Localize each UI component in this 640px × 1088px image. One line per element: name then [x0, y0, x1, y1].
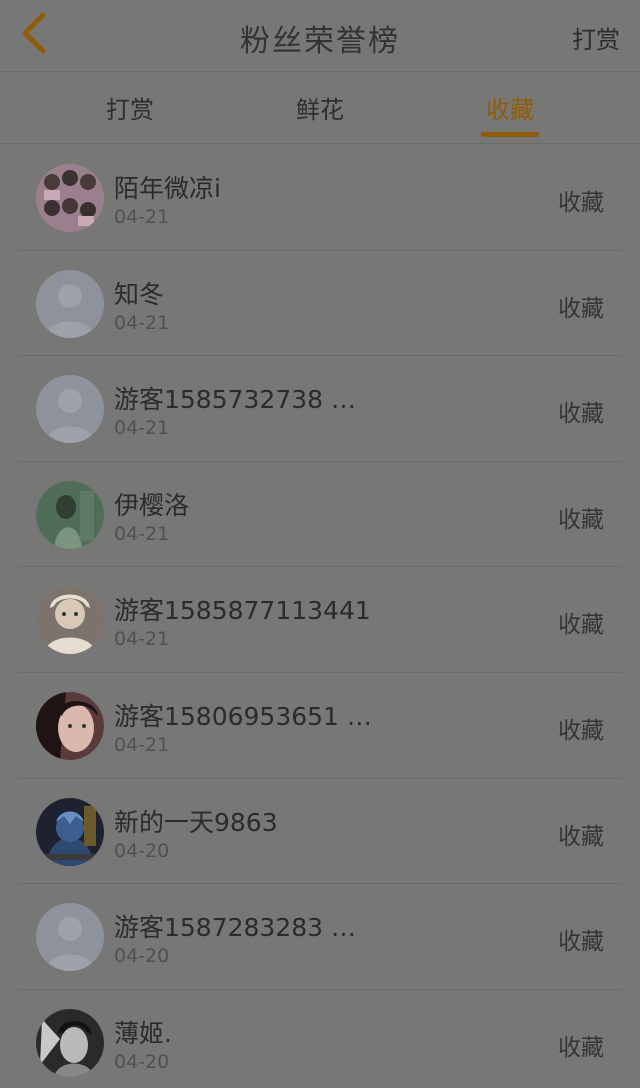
tab-bar: 打赏 鲜花 收藏 — [0, 72, 640, 144]
avatar[interactable] — [36, 480, 104, 549]
user-name: 新的一天9863 — [114, 807, 278, 837]
list-item[interactable]: 陌年微凉i 04-21 收藏 — [18, 145, 622, 251]
avatar[interactable] — [36, 797, 104, 866]
user-name: 薄姬. — [114, 1018, 172, 1048]
date-label: 04-20 — [114, 1050, 170, 1073]
list-item[interactable]: 游客15806953651 … 04-21 收藏 — [18, 673, 622, 779]
tab-flowers[interactable]: 鲜花 — [260, 90, 380, 125]
date-label: 04-21 — [114, 733, 170, 756]
list-item[interactable]: 游客1585732738 … 04-21 收藏 — [18, 356, 622, 462]
list-item[interactable]: 游客1585877113441 04-21 收藏 — [18, 567, 622, 673]
list-item[interactable]: 薄姬. 04-20 收藏 — [18, 990, 622, 1088]
action-label: 收藏 — [558, 929, 604, 956]
avatar[interactable] — [36, 691, 104, 760]
action-label: 收藏 — [558, 190, 604, 216]
avatar[interactable] — [36, 586, 104, 655]
action-label: 收藏 — [558, 401, 604, 428]
avatar[interactable] — [36, 269, 104, 338]
date-label: 04-21 — [114, 522, 170, 545]
avatar[interactable] — [36, 164, 104, 232]
user-name: 伊樱洛 — [114, 490, 190, 520]
list-item[interactable]: 知冬 04-21 收藏 — [18, 251, 622, 357]
date-label: 04-21 — [114, 206, 170, 228]
action-label: 收藏 — [558, 717, 604, 744]
fan-list: 陌年微凉i 04-21 收藏 知冬 04-21 收藏 游客1585732738 … — [0, 145, 640, 1088]
tab-reward[interactable]: 打赏 — [70, 90, 190, 125]
action-label: 收藏 — [558, 1034, 604, 1061]
avatar[interactable] — [36, 1008, 104, 1077]
action-label: 收藏 — [558, 506, 604, 533]
default-avatar-icon — [36, 269, 104, 338]
user-name: 游客1587283283 … — [114, 913, 357, 943]
action-label: 收藏 — [558, 612, 604, 639]
user-name: 游客1585732738 … — [114, 385, 357, 415]
list-item[interactable]: 新的一天9863 04-20 收藏 — [18, 779, 622, 885]
page-title: 粉丝荣誉榜 — [240, 24, 400, 59]
list-item[interactable]: 游客1587283283 … 04-20 收藏 — [18, 884, 622, 990]
action-label: 收藏 — [558, 823, 604, 850]
action-label: 收藏 — [558, 295, 604, 322]
default-avatar-icon — [36, 903, 104, 972]
date-label: 04-20 — [114, 945, 170, 968]
date-label: 04-20 — [114, 839, 170, 862]
user-name: 游客15806953651 … — [114, 701, 372, 731]
reward-button[interactable]: 打赏 — [572, 20, 620, 55]
default-avatar-icon — [36, 375, 104, 444]
user-name: 知冬 — [114, 279, 165, 309]
date-label: 04-21 — [114, 417, 170, 440]
user-name: 陌年微凉i — [114, 174, 221, 203]
user-name: 游客1585877113441 — [114, 596, 371, 626]
list-item[interactable]: 伊樱洛 04-21 收藏 — [18, 462, 622, 568]
header-bar: 粉丝荣誉榜 打赏 — [0, 0, 640, 72]
avatar[interactable] — [36, 903, 104, 972]
avatar[interactable] — [36, 375, 104, 444]
active-tab-indicator — [481, 132, 539, 137]
date-label: 04-21 — [114, 311, 170, 334]
date-label: 04-21 — [114, 628, 170, 651]
tab-favorites[interactable]: 收藏 — [450, 90, 570, 125]
